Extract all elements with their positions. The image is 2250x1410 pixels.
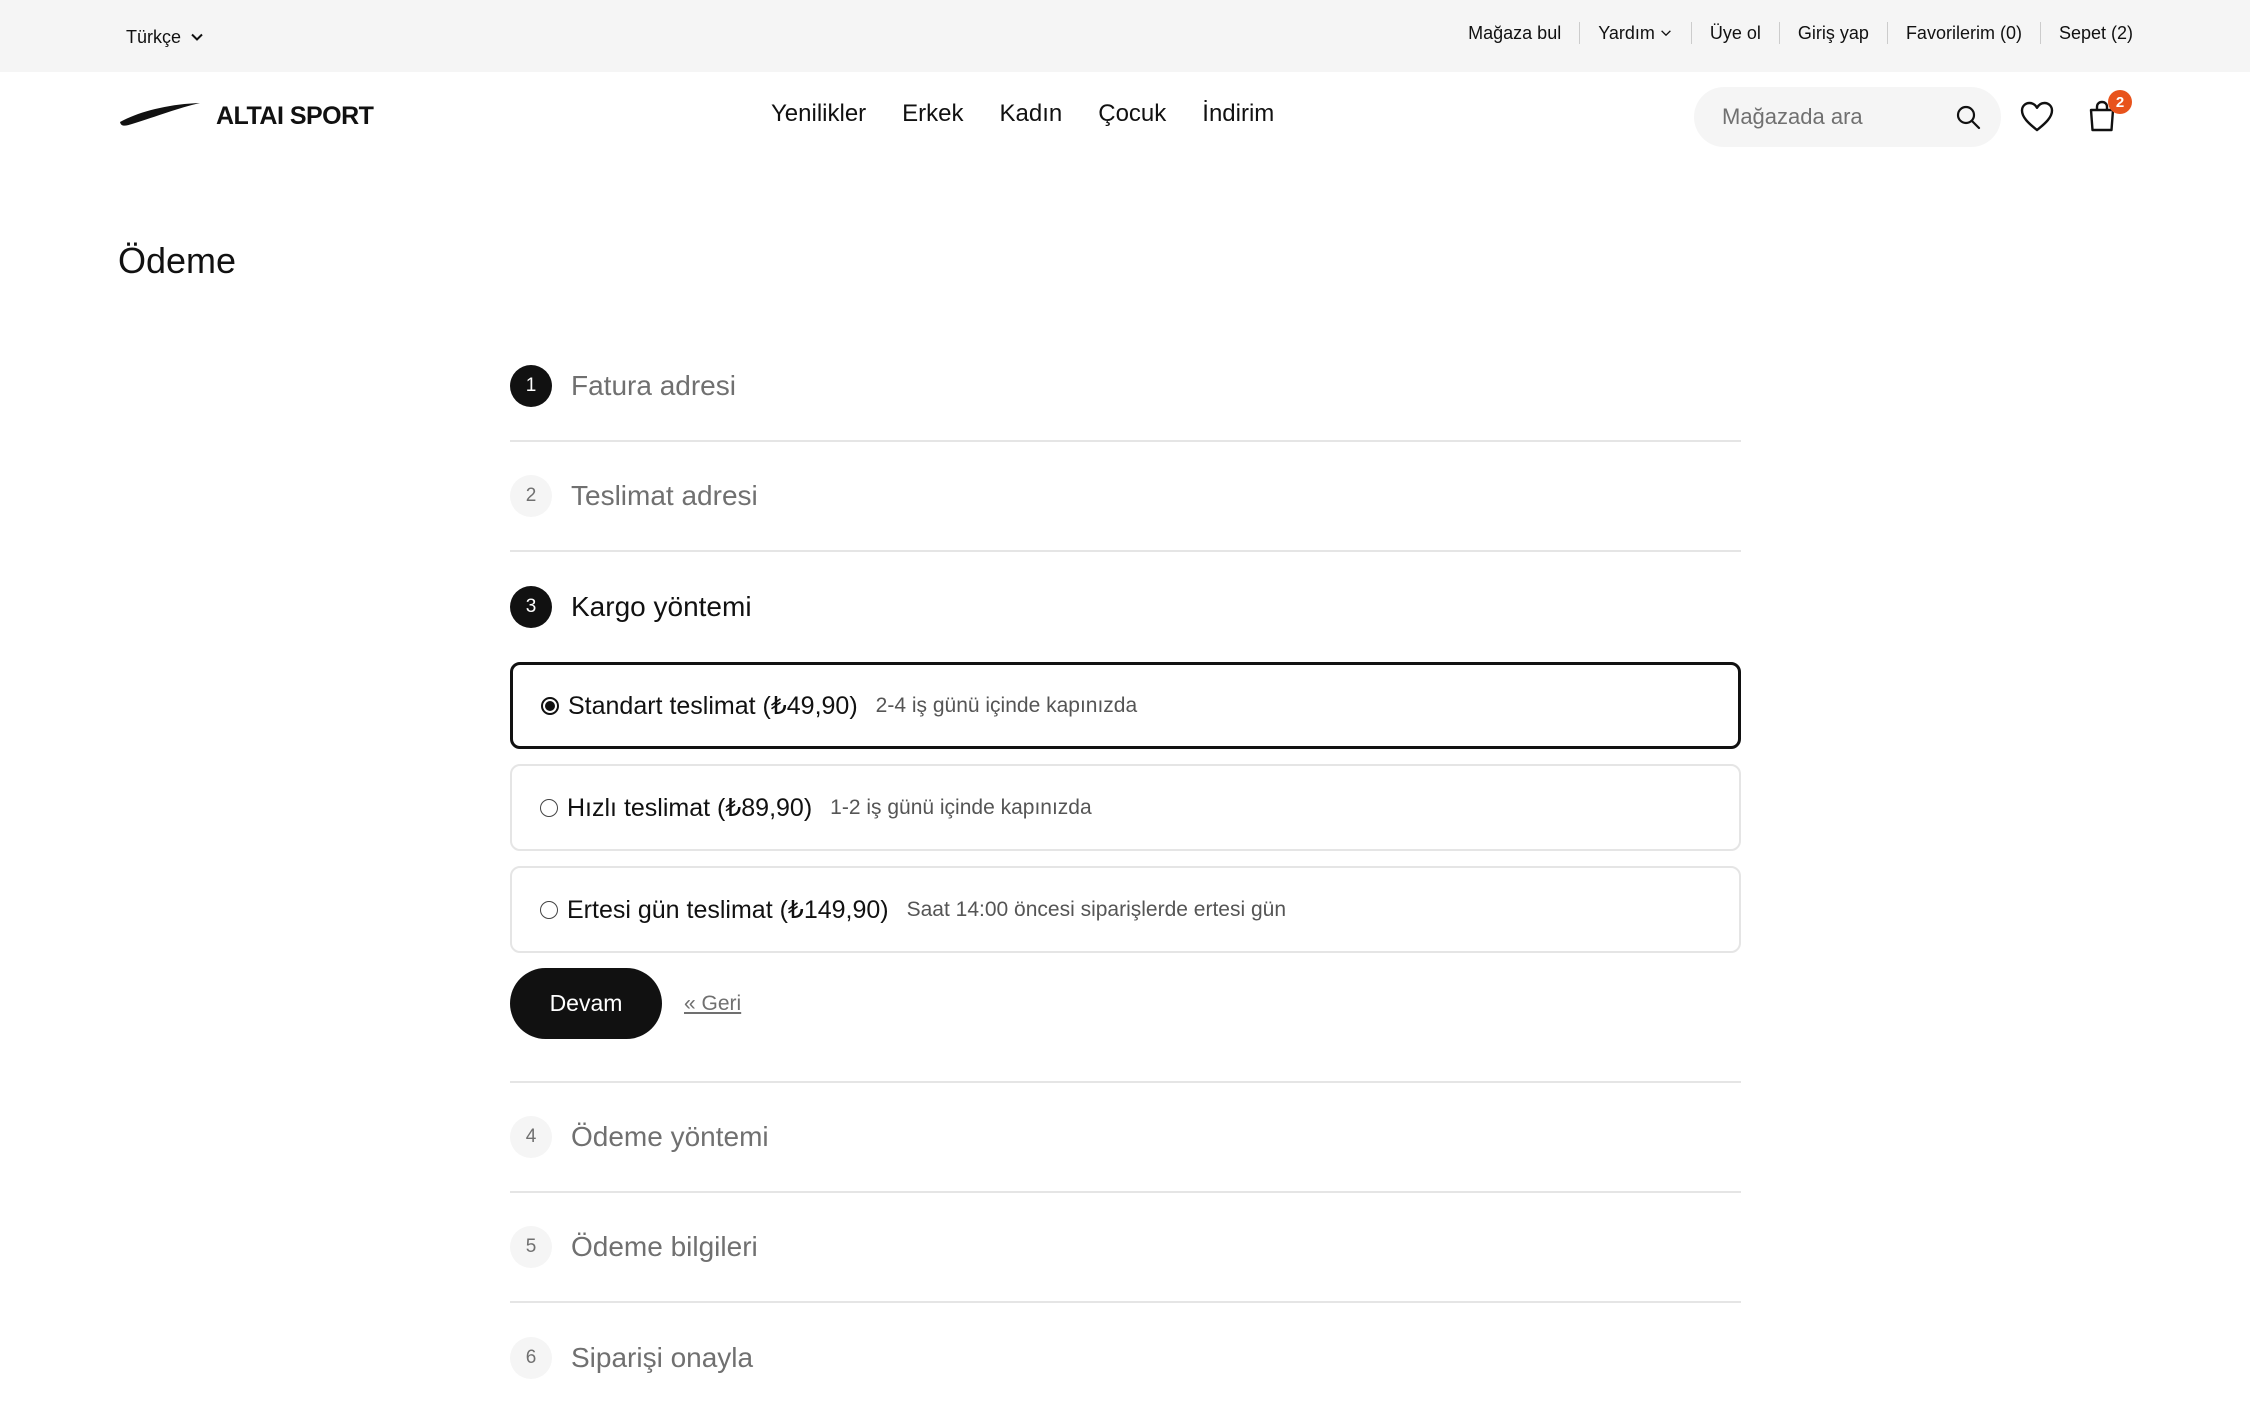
step-title: Siparişi onayla (571, 1342, 754, 1373)
step-title: Teslimat adresi (571, 480, 758, 511)
chevron-down-icon (1661, 30, 1671, 37)
brand-logo[interactable]: ALTAI SPORT (118, 100, 374, 132)
step-title: Fatura adresi (571, 370, 736, 401)
login-label: Giriş yap (1797, 22, 1869, 43)
radio-button[interactable] (540, 798, 558, 817)
step-title: Ödeme yöntemi (571, 1121, 769, 1152)
step-title: Ödeme bilgileri (571, 1231, 758, 1262)
favorites-label: Favorilerim (0) (1905, 22, 2022, 43)
shipping-option-description: 2-4 iş günü içinde kapınızda (875, 693, 1138, 717)
back-link[interactable]: « Geri (684, 992, 741, 1016)
step-title: Kargo yöntemi (571, 591, 752, 622)
cart-label: Sepet (2) (2058, 22, 2133, 43)
search-box (1694, 87, 2001, 147)
main-header: ALTAI SPORT Yenilikler Erkek Kadın Çocuk… (0, 72, 2250, 162)
heart-icon[interactable] (2020, 100, 2054, 134)
help-label: Yardım (1598, 22, 1655, 43)
cart-count-badge: 2 (2108, 90, 2132, 114)
nav-kids[interactable]: Çocuk (1098, 100, 1166, 128)
nav-new[interactable]: Yenilikler (771, 100, 866, 128)
swoosh-logo-icon (120, 103, 200, 126)
step-confirm-order[interactable]: 6 Siparişi onayla (510, 1303, 1741, 1410)
radio-button[interactable] (541, 696, 559, 715)
step-delivery-address[interactable]: 2 Teslimat adresi (510, 442, 1741, 552)
shipping-option-express[interactable]: Hızlı teslimat (₺89,90) 1-2 iş günü için… (510, 764, 1741, 851)
language-label: Türkçe (126, 26, 182, 47)
step-payment-method[interactable]: 4 Ödeme yöntemi (510, 1083, 1741, 1193)
step-billing-address[interactable]: 1 Fatura adresi (510, 332, 1741, 442)
cart-link[interactable]: Sepet (2) (2041, 23, 2133, 44)
search-input[interactable] (1722, 104, 1952, 130)
chevron-down-icon (191, 33, 203, 41)
utility-bar: Türkçe Mağaza bul Yardım Üye ol Giriş ya… (0, 0, 2250, 72)
store-finder-label: Mağaza bul (1468, 22, 1562, 43)
signup-link[interactable]: Üye ol (1692, 23, 1779, 44)
step-actions: Devam « Geri (510, 968, 1741, 1039)
step-number: 3 (510, 586, 552, 628)
favorites-link[interactable]: Favorilerim (0) (1888, 23, 2040, 44)
step-number: 2 (510, 475, 552, 517)
nav-sale[interactable]: İndirim (1202, 100, 1274, 128)
language-selector[interactable]: Türkçe (126, 24, 205, 50)
shipping-option-standard[interactable]: Standart teslimat (₺49,90) 2-4 iş günü i… (510, 662, 1741, 749)
step-payment-details[interactable]: 5 Ödeme bilgileri (510, 1193, 1741, 1303)
step-number: 6 (510, 1337, 552, 1379)
shipping-option-description: 1-2 iş günü içinde kapınızda (830, 795, 1092, 819)
shipping-option-name: Ertesi gün teslimat (₺149,90) (567, 895, 889, 924)
page-title: Ödeme (118, 240, 237, 281)
main-nav: Yenilikler Erkek Kadın Çocuk İndirim (771, 100, 1274, 128)
step-number: 4 (510, 1116, 552, 1158)
brand-name: ALTAI SPORT (216, 101, 374, 130)
shipping-option-name: Hızlı teslimat (₺89,90) (567, 793, 813, 822)
continue-button[interactable]: Devam (510, 968, 662, 1039)
radio-button[interactable] (540, 900, 558, 919)
nav-men[interactable]: Erkek (902, 100, 963, 128)
shipping-option-next-day[interactable]: Ertesi gün teslimat (₺149,90) Saat 14:00… (510, 866, 1741, 953)
search-icon[interactable] (1955, 104, 1981, 130)
shipping-option-name: Standart teslimat (₺49,90) (568, 691, 858, 720)
utility-links: Mağaza bul Yardım Üye ol Giriş yap Favor… (1450, 22, 2133, 44)
step-number: 1 (510, 365, 552, 407)
step-shipping-method: 3 Kargo yöntemi Standart teslimat (₺49,9… (510, 552, 1741, 1083)
step-header: 3 Kargo yöntemi (510, 552, 1741, 662)
nav-women[interactable]: Kadın (1000, 100, 1063, 128)
help-menu[interactable]: Yardım (1580, 23, 1691, 44)
checkout-steps: 1 Fatura adresi 2 Teslimat adresi 3 Karg… (510, 332, 1741, 1410)
shipping-option-description: Saat 14:00 öncesi siparişlerde ertesi gü… (906, 897, 1287, 921)
step-number: 5 (510, 1226, 552, 1268)
login-link[interactable]: Giriş yap (1780, 23, 1887, 44)
store-finder-link[interactable]: Mağaza bul (1450, 23, 1579, 44)
signup-label: Üye ol (1709, 22, 1761, 43)
